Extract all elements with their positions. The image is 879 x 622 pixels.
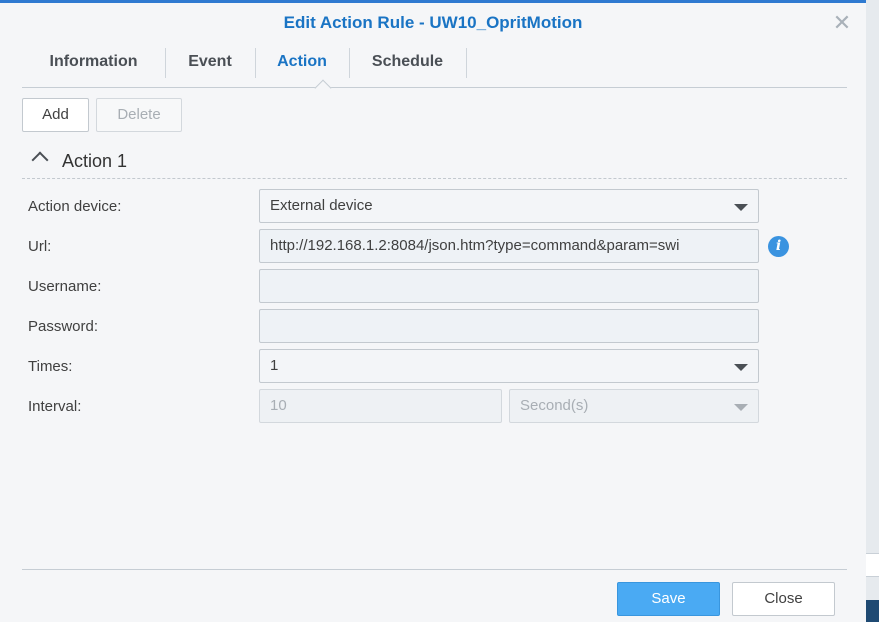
background-band [866,553,879,577]
edit-action-rule-dialog: Edit Action Rule - UW10_OpritMotion ✕ In… [0,0,866,622]
add-button[interactable]: Add [22,98,89,132]
action-section-header: Action 1 [22,147,847,179]
interval-input[interactable]: 10 [259,389,502,423]
times-select[interactable]: 1 [259,349,759,383]
interval-label: Interval: [28,398,82,415]
password-input[interactable] [259,309,759,343]
chevron-down-icon [734,204,748,211]
times-label: Times: [28,358,73,375]
dialog-title: Edit Action Rule - UW10_OpritMotion [283,13,583,32]
chevron-down-icon [734,404,748,411]
username-input[interactable] [259,269,759,303]
footer-divider [22,569,847,570]
tab-schedule[interactable]: Schedule [349,46,466,78]
url-value: http://192.168.1.2:8084/json.htm?type=co… [270,237,680,254]
interval-unit-select[interactable]: Second(s) [509,389,759,423]
background-window-edge [866,0,879,622]
username-label: Username: [28,278,102,295]
delete-button[interactable]: Delete [96,98,182,132]
password-label: Password: [28,318,99,335]
tab-separator [466,48,467,78]
chevron-down-icon [734,364,748,371]
tab-bar: Information Event Action Schedule [22,46,847,97]
tab-information[interactable]: Information [22,46,165,78]
info-icon[interactable]: i [768,236,789,257]
interval-value: 10 [270,397,287,414]
close-icon[interactable]: ✕ [831,12,853,34]
save-button[interactable]: Save [617,582,720,616]
close-button[interactable]: Close [732,582,835,616]
section-title: Action 1 [62,151,128,171]
active-tab-caret [314,79,332,97]
action-device-value: External device [270,197,373,214]
action-device-select[interactable]: External device [259,189,759,223]
url-input[interactable]: http://192.168.1.2:8084/json.htm?type=co… [259,229,759,263]
tab-action[interactable]: Action [255,46,349,78]
background-taskbar [866,600,879,622]
chevron-up-icon[interactable] [31,151,49,169]
interval-unit-value: Second(s) [520,397,589,414]
times-value: 1 [270,357,279,374]
url-label: Url: [28,238,52,255]
action-device-label: Action device: [28,198,122,215]
tab-event[interactable]: Event [165,46,255,78]
